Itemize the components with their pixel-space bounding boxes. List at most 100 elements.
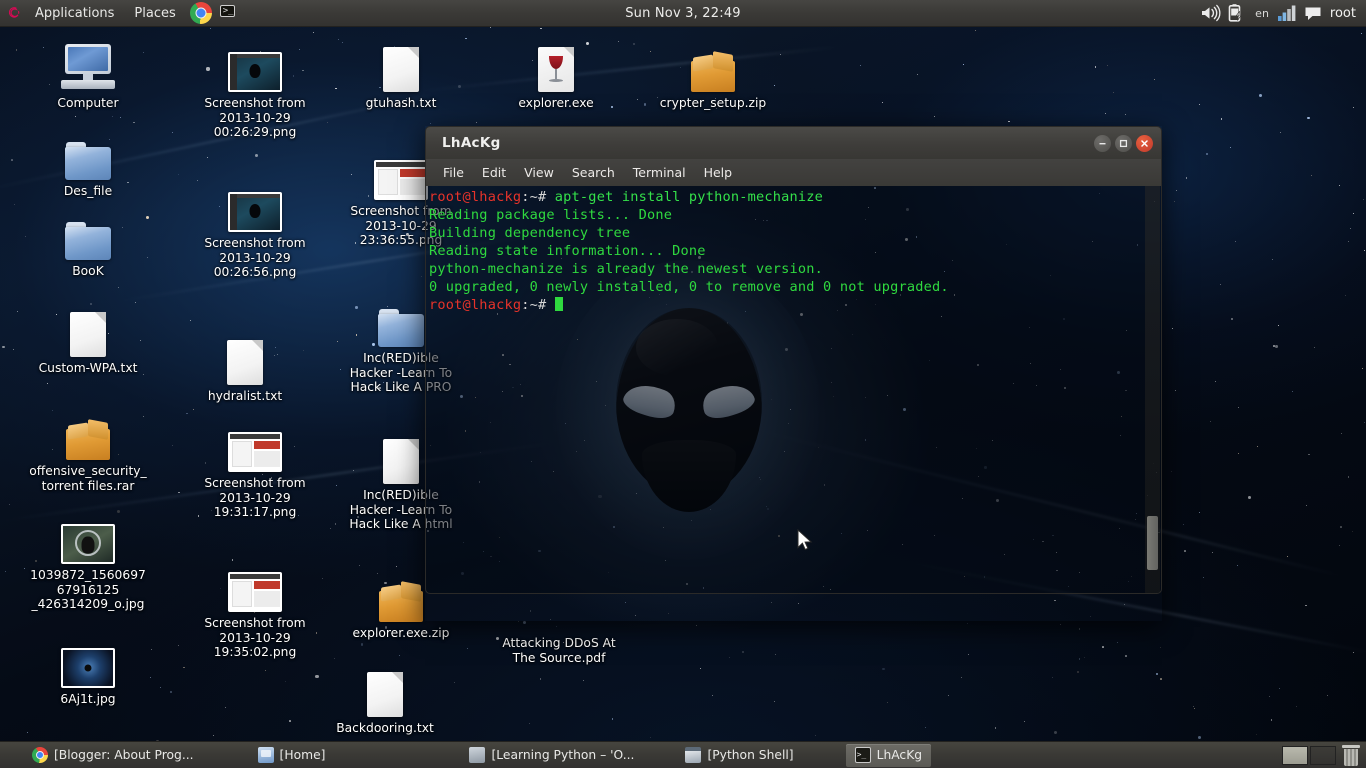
terminal-prompt-path: :~# bbox=[521, 297, 546, 313]
image-icon bbox=[228, 432, 282, 472]
taskbar-item[interactable]: >_LhAcKg bbox=[846, 744, 931, 767]
taskbar-item-label: [Python Shell] bbox=[707, 748, 793, 762]
signal-bars-icon[interactable] bbox=[1276, 3, 1298, 23]
workspace-1[interactable] bbox=[1282, 746, 1308, 765]
desktop-icon-label: Custom-WPA.txt bbox=[29, 361, 147, 376]
desktop-icon[interactable]: Screenshot from 2013-10-29 00:26:29.png bbox=[196, 40, 314, 140]
desktop-icon-art bbox=[29, 40, 147, 92]
terminal-output: root@lhackg:~# apt-get install python-me… bbox=[429, 188, 1145, 314]
window-controls bbox=[1094, 135, 1153, 152]
trash-icon[interactable] bbox=[1342, 745, 1360, 766]
desktop-icon-label: gtuhash.txt bbox=[342, 96, 460, 111]
folder-icon bbox=[258, 747, 274, 763]
desktop-icon[interactable]: BooK bbox=[29, 208, 147, 279]
chat-bubble-icon[interactable] bbox=[1303, 3, 1325, 23]
menu-terminal[interactable]: Terminal bbox=[625, 162, 694, 183]
archive-icon bbox=[66, 420, 110, 460]
desktop-icon-art bbox=[196, 40, 314, 92]
menu-edit[interactable]: Edit bbox=[474, 162, 514, 183]
menu-help[interactable]: Help bbox=[696, 162, 741, 183]
terminal-output-line: Reading state information... Done bbox=[429, 243, 706, 259]
computer-icon bbox=[61, 44, 115, 92]
terminal-command bbox=[546, 297, 554, 313]
taskbar-items: [Blogger: About Prog... [Home] [Learning P… bbox=[0, 744, 932, 767]
terminal-scrollbar[interactable] bbox=[1145, 186, 1160, 593]
image-icon bbox=[228, 572, 282, 612]
desktop-icon[interactable]: Screenshot from 2013-10-29 19:31:17.png bbox=[196, 420, 314, 520]
taskbar-item[interactable]: [Python Shell] bbox=[676, 744, 802, 767]
desktop-icon[interactable]: offensive_security_ torrent files.rar bbox=[29, 408, 147, 493]
terminal-output-line: python-mechanize is already the newest v… bbox=[429, 261, 823, 277]
desktop-icon-label: Backdooring.txt bbox=[326, 721, 444, 736]
scrollbar-thumb[interactable] bbox=[1147, 516, 1158, 570]
text-file-icon bbox=[367, 672, 403, 717]
desktop-icon-label: Computer bbox=[29, 96, 147, 111]
desktop-icon-art bbox=[186, 333, 304, 385]
desktop-icon[interactable]: 1039872_156069767916125 _426314209_o.jpg bbox=[29, 512, 147, 612]
desktop-icon-label: Screenshot from 2013-10-29 00:26:56.png bbox=[196, 236, 314, 280]
desktop-icon[interactable]: Des_file bbox=[29, 128, 147, 199]
taskbar-item-label: [Learning Python – 'O... bbox=[491, 748, 634, 762]
desktop-icon[interactable]: hydralist.txt bbox=[186, 333, 304, 404]
text-file-icon bbox=[70, 312, 106, 357]
desktop-icon[interactable]: explorer.exe bbox=[497, 40, 615, 111]
desktop-icon-art bbox=[497, 40, 615, 92]
mouse-cursor bbox=[797, 529, 813, 557]
close-button[interactable] bbox=[1136, 135, 1153, 152]
menu-search[interactable]: Search bbox=[564, 162, 623, 183]
taskbar-item[interactable]: [Learning Python – 'O... bbox=[460, 744, 643, 767]
window-icon bbox=[685, 747, 701, 763]
folder-icon bbox=[378, 309, 424, 347]
taskbar-right bbox=[1282, 745, 1366, 766]
desktop-icon-art bbox=[342, 40, 460, 92]
desktop-icon[interactable]: 6Aj1t.jpg bbox=[29, 636, 147, 707]
text-file-icon bbox=[383, 47, 419, 92]
desktop-icon-label: Des_file bbox=[29, 184, 147, 199]
desktop-icon-art bbox=[29, 305, 147, 357]
desktop-icon-label: explorer.exe.zip bbox=[342, 626, 460, 641]
desktop-icon-art bbox=[196, 560, 314, 612]
desktop-icon-art bbox=[196, 420, 314, 472]
desktop-icon[interactable]: crypter_setup.zip bbox=[654, 40, 772, 111]
desktop-icon[interactable]: Computer bbox=[29, 40, 147, 111]
menu-view[interactable]: View bbox=[516, 162, 562, 183]
terminal-titlebar[interactable]: LhAcKg bbox=[425, 126, 1162, 159]
battery-charging-icon[interactable] bbox=[1226, 3, 1248, 23]
volume-icon[interactable] bbox=[1199, 3, 1221, 23]
desktop-icon-label: 6Aj1t.jpg bbox=[29, 692, 147, 707]
image-icon bbox=[61, 524, 115, 564]
desktop-icon-art bbox=[29, 208, 147, 260]
desktop-icon[interactable]: Screenshot from 2013-10-29 00:26:56.png bbox=[196, 180, 314, 280]
text-file-icon bbox=[383, 439, 419, 484]
desktop-icon[interactable]: Screenshot from 2013-10-29 19:35:02.png bbox=[196, 560, 314, 660]
desktop-icon-label: BooK bbox=[29, 264, 147, 279]
desktop-icon-label: Screenshot from 2013-10-29 00:26:29.png bbox=[196, 96, 314, 140]
book-icon bbox=[469, 747, 485, 763]
minimize-button[interactable] bbox=[1094, 135, 1111, 152]
terminal-window-title: LhAcKg bbox=[442, 135, 501, 151]
wine-exe-icon bbox=[538, 47, 574, 92]
workspace-switcher[interactable] bbox=[1282, 746, 1336, 765]
folder-icon bbox=[65, 222, 111, 260]
terminal-prompt-user: root@lhackg bbox=[429, 189, 521, 205]
terminal-prompt-user: root@lhackg bbox=[429, 297, 521, 313]
clock[interactable]: Sun Nov 3, 22:49 bbox=[0, 6, 1366, 21]
desktop-icon-art bbox=[29, 408, 147, 460]
desktop-icon-label: explorer.exe bbox=[497, 96, 615, 111]
desktop-icon[interactable]: Backdooring.txt bbox=[326, 665, 444, 736]
desktop-icon-art bbox=[196, 180, 314, 232]
terminal-window[interactable]: LhAcKg File Edit View Search Terminal He… bbox=[425, 126, 1162, 621]
desktop-icon[interactable]: gtuhash.txt bbox=[342, 40, 460, 111]
desktop-icon[interactable]: Custom-WPA.txt bbox=[29, 305, 147, 376]
terminal-body[interactable]: root@lhackg:~# apt-get install python-me… bbox=[425, 186, 1162, 594]
archive-icon bbox=[379, 582, 423, 622]
menu-file[interactable]: File bbox=[435, 162, 472, 183]
taskbar-item[interactable]: [Blogger: About Prog... bbox=[23, 744, 203, 767]
desktop-icon-art bbox=[29, 512, 147, 564]
taskbar-item[interactable]: [Home] bbox=[249, 744, 335, 767]
desktop-icon-label: crypter_setup.zip bbox=[654, 96, 772, 111]
image-icon bbox=[374, 160, 428, 200]
maximize-button[interactable] bbox=[1115, 135, 1132, 152]
desktop-icon-label: hydralist.txt bbox=[186, 389, 304, 404]
workspace-2[interactable] bbox=[1310, 746, 1336, 765]
